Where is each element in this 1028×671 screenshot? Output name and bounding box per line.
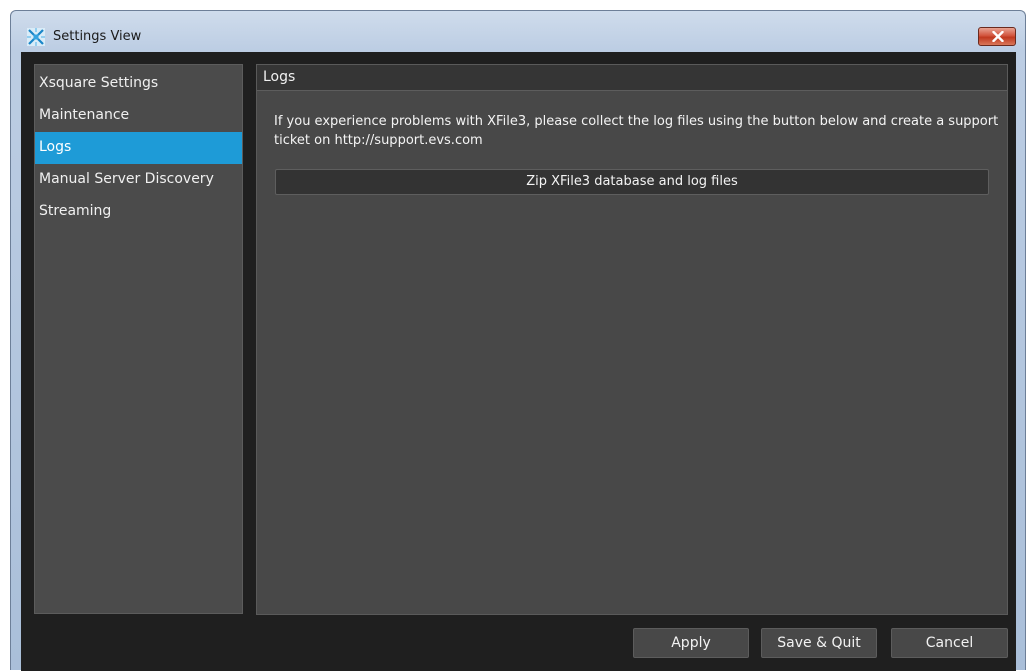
settings-nav: Xsquare Settings Maintenance Logs Manual… bbox=[34, 64, 243, 614]
title-bar[interactable]: Settings View bbox=[11, 11, 1025, 51]
settings-window: Settings View Xsquare Settings Maintenan… bbox=[10, 10, 1026, 671]
client-area: Xsquare Settings Maintenance Logs Manual… bbox=[21, 52, 1016, 671]
apply-button[interactable]: Apply bbox=[633, 628, 749, 658]
nav-item-xsquare-settings[interactable]: Xsquare Settings bbox=[35, 68, 242, 100]
close-button[interactable] bbox=[978, 27, 1016, 46]
app-icon bbox=[27, 28, 45, 46]
nav-item-logs[interactable]: Logs bbox=[35, 132, 242, 164]
nav-item-maintenance[interactable]: Maintenance bbox=[35, 100, 242, 132]
save-quit-button[interactable]: Save & Quit bbox=[761, 628, 877, 658]
zip-logs-button[interactable]: Zip XFile3 database and log files bbox=[275, 169, 989, 195]
cancel-button[interactable]: Cancel bbox=[891, 628, 1008, 658]
nav-item-streaming[interactable]: Streaming bbox=[35, 196, 242, 228]
logs-panel: Logs If you experience problems with XFi… bbox=[256, 64, 1008, 615]
window-title: Settings View bbox=[53, 29, 142, 44]
nav-item-manual-server-discovery[interactable]: Manual Server Discovery bbox=[35, 164, 242, 196]
panel-title: Logs bbox=[257, 65, 1007, 91]
logs-description: If you experience problems with XFile3, … bbox=[274, 114, 999, 148]
close-icon bbox=[992, 31, 1004, 42]
